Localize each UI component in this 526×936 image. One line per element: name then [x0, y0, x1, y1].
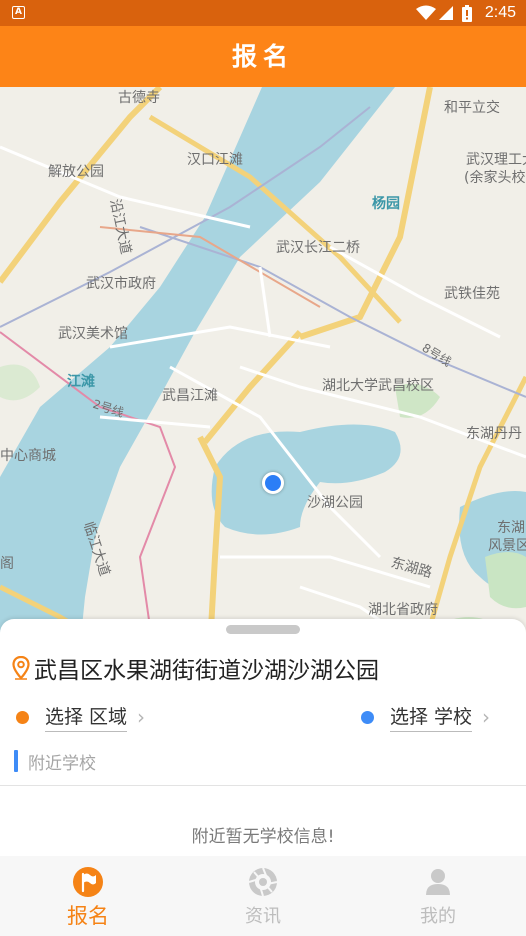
map-label: 阁	[0, 556, 14, 572]
map-label: 湖北大学武昌校区	[322, 378, 434, 394]
school-picker-label[interactable]: 选择 学校	[390, 702, 473, 732]
app-notification-icon: A	[12, 6, 25, 19]
tab-label: 资讯	[245, 906, 281, 927]
location-sheet: 武昌区水果湖街街道沙湖沙湖公园 选择 区域 › 选择 学校 › 附近学校 附近暂…	[0, 619, 526, 859]
status-bar: A 2:45	[0, 0, 526, 26]
map-label: 汉口江滩	[187, 152, 243, 168]
tab-news[interactable]: 资讯	[175, 856, 351, 936]
map-label: 武铁佳苑	[444, 286, 500, 302]
map-label: 武昌江滩	[162, 388, 218, 404]
battery-icon	[462, 5, 472, 22]
tab-profile[interactable]: 我的	[350, 856, 526, 936]
map-label: 武汉理工大	[466, 152, 526, 168]
region-picker-label[interactable]: 选择 区域	[45, 702, 128, 732]
chevron-right-icon: ›	[137, 705, 146, 729]
map-label: 湖北省政府	[368, 602, 438, 618]
map-label: 中心商城	[0, 448, 56, 464]
flag-icon	[73, 867, 103, 897]
region-picker[interactable]: 选择 区域 ›	[16, 702, 145, 732]
map-label: 武汉美术馆	[58, 326, 128, 342]
tab-signup[interactable]: 报名	[0, 856, 176, 936]
map-label: (余家头校	[464, 170, 526, 186]
school-picker[interactable]: 选择 学校 ›	[361, 702, 490, 732]
location-pin-icon	[12, 656, 30, 680]
page-title: 报名	[0, 26, 526, 87]
clock: 2:45	[484, 4, 516, 21]
map-view[interactable]: 古德寺 和平立交 汉口江滩 武汉理工大 解放公园 (余家头校 沿江大道 杨园 武…	[0, 87, 526, 647]
region-dot-icon	[16, 710, 29, 724]
map-label: 古德寺	[118, 90, 160, 106]
nearby-schools-header: 附近学校	[14, 749, 96, 774]
map-label: 武汉长江二桥	[276, 240, 360, 256]
tab-label: 报名	[67, 904, 109, 928]
drag-handle[interactable]	[226, 625, 300, 634]
map-label: 武汉市政府	[86, 276, 156, 292]
nearby-schools-title: 附近学校	[28, 753, 96, 774]
map-label: 风景区	[488, 538, 526, 554]
bottom-tab-bar: 报名 资讯 我的	[0, 856, 526, 936]
address-row: 武昌区水果湖街街道沙湖沙湖公园	[12, 653, 379, 684]
user-icon	[426, 869, 450, 895]
map-label: 沙湖公园	[307, 495, 363, 511]
map-label: 解放公园	[48, 164, 104, 180]
map-label: 和平立交	[444, 100, 500, 116]
current-address: 武昌区水果湖街街道沙湖沙湖公园	[34, 658, 379, 684]
current-location-marker	[262, 472, 284, 494]
map-label: 江滩	[67, 374, 95, 390]
section-accent-bar	[14, 750, 18, 772]
chevron-right-icon: ›	[482, 705, 491, 729]
tab-label: 我的	[420, 906, 456, 927]
cell-signal-icon	[439, 6, 453, 20]
wifi-icon	[416, 5, 436, 20]
school-dot-icon	[361, 710, 374, 724]
map-label: 东湖丹丹	[466, 426, 522, 442]
map-label: 杨园	[372, 196, 400, 212]
divider	[0, 785, 526, 786]
aperture-icon	[248, 867, 278, 897]
map-label: 东湖	[497, 520, 525, 536]
empty-state-message: 附近暂无学校信息!	[191, 827, 335, 847]
